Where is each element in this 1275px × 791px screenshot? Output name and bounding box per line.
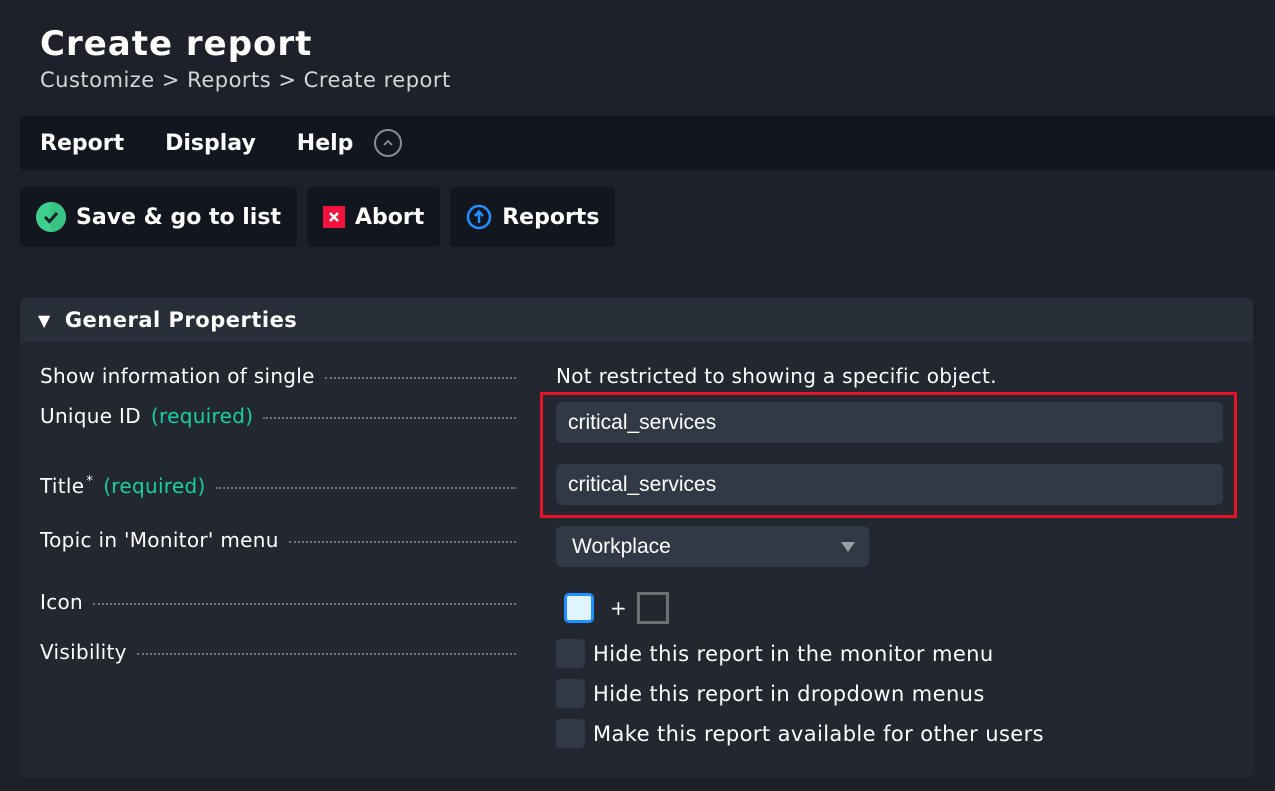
icon-selector-button[interactable] bbox=[564, 593, 594, 623]
toolbar: Save & go to list Abort Reports bbox=[20, 187, 616, 247]
share-with-users-checkbox[interactable] bbox=[556, 719, 585, 748]
close-icon bbox=[322, 206, 345, 228]
asterisk: * bbox=[86, 474, 94, 490]
check-circle-icon bbox=[36, 202, 66, 232]
dropdown-arrow-icon bbox=[841, 542, 855, 552]
required-hint: (required) bbox=[103, 474, 206, 498]
general-properties-header[interactable]: ▼ General Properties bbox=[20, 298, 1253, 342]
topic-selected-value: Workplace bbox=[572, 534, 671, 558]
leader-dots bbox=[136, 653, 516, 655]
menubar: Report Display Help bbox=[20, 116, 1275, 170]
hide-monitor-menu-option[interactable]: Hide this report in the monitor menu bbox=[556, 639, 994, 668]
leader-dots bbox=[288, 541, 516, 543]
icon-picker: + bbox=[564, 592, 669, 624]
title-label: Title * bbox=[40, 474, 93, 498]
leader-dots bbox=[263, 417, 516, 419]
arrow-up-circle-icon bbox=[466, 204, 492, 230]
leader-dots bbox=[324, 377, 516, 379]
menu-help[interactable]: Help bbox=[297, 131, 354, 156]
required-hint: (required) bbox=[150, 404, 254, 428]
leader-dots bbox=[215, 487, 516, 489]
save-label: Save & go to list bbox=[76, 204, 281, 230]
triangle-down-icon: ▼ bbox=[38, 310, 51, 330]
leader-dots bbox=[93, 603, 516, 605]
hide-dropdown-menus-label: Hide this report in dropdown menus bbox=[593, 681, 985, 706]
topic-row: Topic in 'Monitor' menu bbox=[40, 528, 516, 552]
topic-label: Topic in 'Monitor' menu bbox=[40, 528, 279, 552]
icon-row: Icon bbox=[40, 590, 516, 614]
emblem-selector-button[interactable] bbox=[636, 592, 669, 624]
visibility-row: Visibility bbox=[40, 640, 516, 664]
breadcrumb: Customize > Reports > Create report bbox=[40, 68, 451, 92]
hide-monitor-menu-checkbox[interactable] bbox=[556, 639, 585, 668]
page-title: Create report bbox=[40, 24, 313, 64]
abort-label: Abort bbox=[354, 204, 425, 230]
icon-label: Icon bbox=[40, 590, 84, 614]
single-info-value: Not restricted to showing a specific obj… bbox=[556, 364, 997, 388]
reports-label: Reports bbox=[502, 204, 600, 230]
hide-dropdown-menus-option[interactable]: Hide this report in dropdown menus bbox=[556, 679, 985, 708]
title-label-text: Title bbox=[40, 474, 85, 498]
title-row: Title * (required) bbox=[40, 474, 516, 498]
share-with-users-option[interactable]: Make this report available for other use… bbox=[556, 719, 1044, 748]
topic-select[interactable]: Workplace bbox=[556, 526, 869, 567]
hide-dropdown-menus-checkbox[interactable] bbox=[556, 679, 585, 708]
single-info-label: Show information of single bbox=[40, 364, 315, 388]
unique-id-label: Unique ID bbox=[40, 404, 141, 428]
unique-id-row: Unique ID (required) bbox=[40, 404, 516, 428]
general-properties-panel: ▼ General Properties Show information of… bbox=[20, 298, 1253, 778]
menu-report[interactable]: Report bbox=[40, 131, 124, 156]
single-info-row: Show information of single bbox=[40, 364, 516, 388]
menu-display[interactable]: Display bbox=[165, 131, 256, 156]
abort-button[interactable]: Abort bbox=[306, 187, 441, 247]
reports-button[interactable]: Reports bbox=[450, 187, 616, 247]
hide-monitor-menu-label: Hide this report in the monitor menu bbox=[593, 641, 994, 666]
share-with-users-label: Make this report available for other use… bbox=[593, 721, 1044, 746]
chevron-up-circle-icon[interactable] bbox=[374, 129, 403, 157]
unique-id-input[interactable] bbox=[556, 402, 1223, 443]
plus-sign: + bbox=[610, 596, 627, 620]
visibility-label: Visibility bbox=[40, 640, 127, 664]
panel-title: General Properties bbox=[64, 308, 298, 332]
save-go-to-list-button[interactable]: Save & go to list bbox=[20, 187, 297, 247]
title-input[interactable] bbox=[556, 464, 1223, 505]
